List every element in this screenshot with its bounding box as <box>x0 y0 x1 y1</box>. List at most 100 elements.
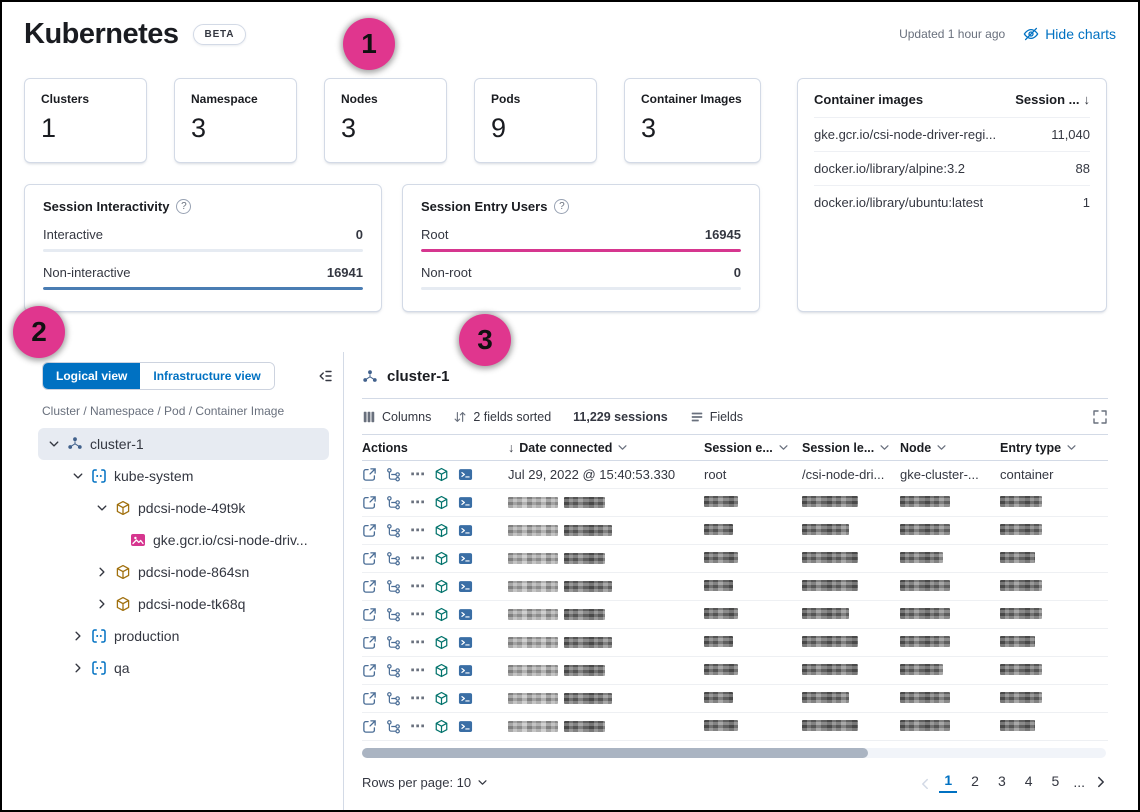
row-actions-ellipsis[interactable]: ⋯ <box>410 691 425 706</box>
tree-item-qa[interactable]: qa <box>38 652 329 684</box>
page-number-4[interactable]: 4 <box>1020 772 1038 792</box>
session-view-button[interactable] <box>386 663 401 678</box>
pod-icon[interactable] <box>434 719 449 734</box>
pod-icon[interactable] <box>434 467 449 482</box>
table-row[interactable]: ⋯ <box>362 601 1108 629</box>
columns-button[interactable]: Columns <box>362 410 431 424</box>
session-view-button[interactable] <box>386 691 401 706</box>
open-details-button[interactable] <box>362 551 377 566</box>
session-view-button[interactable] <box>386 495 401 510</box>
horizontal-scrollbar-track[interactable] <box>362 748 1106 758</box>
tree-item-pdcsi-node-864sn[interactable]: pdcsi-node-864sn <box>38 556 329 588</box>
session-view-button[interactable] <box>386 579 401 594</box>
row-actions-ellipsis[interactable]: ⋯ <box>410 467 425 482</box>
chevron-right-icon[interactable] <box>72 630 84 642</box>
open-details-button[interactable] <box>362 663 377 678</box>
page-number-5[interactable]: 5 <box>1047 772 1065 792</box>
pod-icon[interactable] <box>434 635 449 650</box>
open-details-button[interactable] <box>362 467 377 482</box>
chevron-down-icon[interactable] <box>96 502 108 514</box>
collapse-tree-button[interactable] <box>317 368 333 384</box>
next-page-button[interactable] <box>1094 775 1108 789</box>
table-row[interactable]: ⋯ <box>362 713 1108 741</box>
pod-icon[interactable] <box>434 607 449 622</box>
session-view-button[interactable] <box>386 523 401 538</box>
rows-per-page-button[interactable]: Rows per page: 10 <box>362 775 488 790</box>
table-row[interactable]: ⋯ <box>362 685 1108 713</box>
pod-icon[interactable] <box>434 495 449 510</box>
open-details-button[interactable] <box>362 719 377 734</box>
page-number-3[interactable]: 3 <box>993 772 1011 792</box>
horizontal-scrollbar-thumb[interactable] <box>362 748 868 758</box>
page-ellipsis[interactable]: ... <box>1073 774 1085 790</box>
column-header-session-leader[interactable]: Session le... <box>802 441 900 455</box>
pod-icon[interactable] <box>434 691 449 706</box>
terminal-icon[interactable] <box>458 607 473 622</box>
chevron-right-icon[interactable] <box>96 598 108 610</box>
session-sort-column[interactable]: Session ... ↓ <box>1015 92 1090 107</box>
session-view-button[interactable] <box>386 467 401 482</box>
column-header-session-entry[interactable]: Session e... <box>704 441 802 455</box>
page-number-2[interactable]: 2 <box>966 772 984 792</box>
tree-item-pdcsi-node-49t9k[interactable]: pdcsi-node-49t9k <box>38 492 329 524</box>
open-details-button[interactable] <box>362 579 377 594</box>
row-actions-ellipsis[interactable]: ⋯ <box>410 523 425 538</box>
pod-icon[interactable] <box>434 663 449 678</box>
column-header-entry-type[interactable]: Entry type <box>1000 441 1108 455</box>
row-actions-ellipsis[interactable]: ⋯ <box>410 551 425 566</box>
table-row[interactable]: ⋯ <box>362 489 1108 517</box>
help-icon[interactable]: ? <box>554 199 569 214</box>
tree-item-container-image[interactable]: gke.gcr.io/csi-node-driv... <box>38 524 329 556</box>
column-header-date-connected[interactable]: ↓ Date connected <box>508 441 704 455</box>
open-details-button[interactable] <box>362 495 377 510</box>
pod-icon[interactable] <box>434 551 449 566</box>
pod-icon[interactable] <box>434 523 449 538</box>
chevron-right-icon[interactable] <box>72 662 84 674</box>
help-icon[interactable]: ? <box>176 199 191 214</box>
terminal-icon[interactable] <box>458 495 473 510</box>
table-row[interactable]: ⋯ <box>362 573 1108 601</box>
logical-view-button[interactable]: Logical view <box>43 363 140 389</box>
pod-icon[interactable] <box>434 579 449 594</box>
open-details-button[interactable] <box>362 691 377 706</box>
terminal-icon[interactable] <box>458 691 473 706</box>
open-details-button[interactable] <box>362 523 377 538</box>
session-view-button[interactable] <box>386 607 401 622</box>
hide-charts-button[interactable]: Hide charts <box>1023 26 1116 42</box>
open-details-button[interactable] <box>362 635 377 650</box>
row-actions-ellipsis[interactable]: ⋯ <box>410 719 425 734</box>
session-view-button[interactable] <box>386 635 401 650</box>
row-actions-ellipsis[interactable]: ⋯ <box>410 663 425 678</box>
terminal-icon[interactable] <box>458 523 473 538</box>
session-view-button[interactable] <box>386 719 401 734</box>
tree-item-cluster-1[interactable]: cluster-1 <box>38 428 329 460</box>
table-row[interactable]: ⋯ <box>362 657 1108 685</box>
terminal-icon[interactable] <box>458 719 473 734</box>
chevron-down-icon[interactable] <box>72 470 84 482</box>
row-actions-ellipsis[interactable]: ⋯ <box>410 635 425 650</box>
terminal-icon[interactable] <box>458 551 473 566</box>
fields-sorted-button[interactable]: 2 fields sorted <box>453 410 551 424</box>
chevron-down-icon[interactable] <box>48 438 60 450</box>
chevron-right-icon[interactable] <box>96 566 108 578</box>
row-actions-ellipsis[interactable]: ⋯ <box>410 579 425 594</box>
tree-item-pdcsi-node-tk68q[interactable]: pdcsi-node-tk68q <box>38 588 329 620</box>
fields-button[interactable]: Fields <box>690 410 743 424</box>
column-header-node[interactable]: Node <box>900 441 1000 455</box>
infrastructure-view-button[interactable]: Infrastructure view <box>140 363 273 389</box>
page-number-1[interactable]: 1 <box>939 771 957 793</box>
open-details-button[interactable] <box>362 607 377 622</box>
table-row[interactable]: ⋯ <box>362 517 1108 545</box>
terminal-icon[interactable] <box>458 467 473 482</box>
table-row[interactable]: ⋯ Jul 29, 2022 @ 15:40:53.330 root /csi-… <box>362 461 1108 489</box>
row-actions-ellipsis[interactable]: ⋯ <box>410 607 425 622</box>
terminal-icon[interactable] <box>458 635 473 650</box>
table-row[interactable]: ⋯ <box>362 545 1108 573</box>
tree-item-production[interactable]: production <box>38 620 329 652</box>
session-view-button[interactable] <box>386 551 401 566</box>
fullscreen-button[interactable] <box>1092 409 1108 425</box>
previous-page-button[interactable] <box>916 775 930 789</box>
tree-item-kube-system[interactable]: kube-system <box>38 460 329 492</box>
table-row[interactable]: ⋯ <box>362 629 1108 657</box>
row-actions-ellipsis[interactable]: ⋯ <box>410 495 425 510</box>
